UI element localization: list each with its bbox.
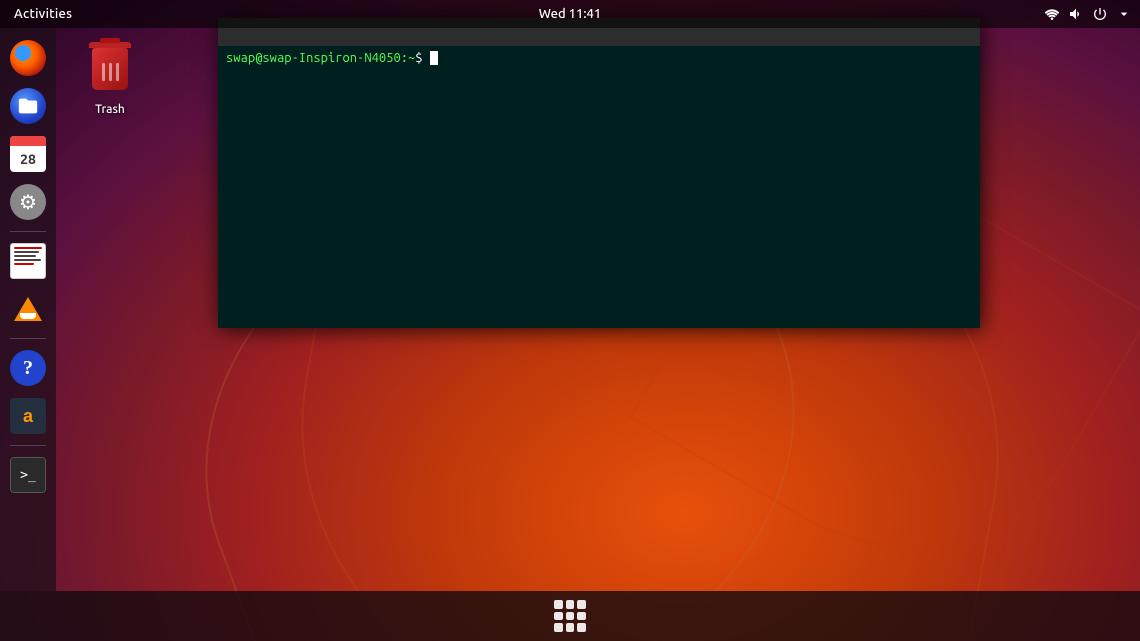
trash-line-2	[109, 63, 112, 81]
grid-dot-7	[554, 623, 563, 632]
writer-line-5	[14, 263, 34, 265]
calendar-header	[10, 136, 46, 146]
trash-desktop-icon[interactable]: Trash	[70, 40, 150, 120]
help-icon: ?	[10, 350, 46, 386]
grid-dot-8	[566, 623, 575, 632]
vlc-cone	[14, 297, 42, 321]
top-panel: Activities Wed 11:41	[0, 0, 1140, 28]
trash-icon	[86, 44, 134, 100]
writer-line-3	[14, 255, 36, 257]
grid-dot-9	[577, 623, 586, 632]
dock-item-vlc[interactable]	[6, 287, 50, 331]
terminal-prompt-line: swap@swap-Inspiron-N4050:~$	[218, 46, 980, 70]
volume-icon[interactable]	[1068, 6, 1084, 22]
amazon-icon: a	[10, 398, 46, 434]
dock-separator-3	[10, 445, 46, 446]
prompt-separator: :~	[401, 51, 416, 65]
system-indicator-icon[interactable]	[1092, 6, 1108, 22]
trash-lines	[102, 63, 119, 81]
dock-item-firefox[interactable]	[6, 36, 50, 80]
prompt-dollar: $	[415, 51, 430, 65]
dock-item-writer[interactable]	[6, 239, 50, 283]
writer-line-4	[14, 259, 41, 261]
dock-item-help[interactable]: ?	[6, 346, 50, 390]
panel-left: Activities	[8, 7, 78, 21]
dock-separator-2	[10, 338, 46, 339]
terminal-window: swap@swap-Inspiron-N4050:~$	[218, 18, 980, 328]
panel-clock: Wed 11:41	[539, 7, 601, 21]
activities-button[interactable]: Activities	[8, 7, 78, 21]
trash-label: Trash	[95, 103, 125, 116]
dock-separator	[10, 231, 46, 232]
grid-dot-6	[577, 612, 586, 621]
dock-item-terminal[interactable]: >_	[6, 453, 50, 497]
calendar-day: 28	[10, 146, 46, 172]
desktop: Activities Wed 11:41	[0, 0, 1140, 641]
dock-item-calendar[interactable]: 28	[6, 132, 50, 176]
terminal-body[interactable]: swap@swap-Inspiron-N4050:~$	[218, 46, 980, 328]
terminal-cursor	[430, 51, 438, 65]
grid-dot-3	[577, 600, 586, 609]
dock: 28 ⚙ ?	[0, 28, 56, 591]
grid-dot-4	[554, 612, 563, 621]
writer-icon	[10, 243, 46, 279]
files-icon	[10, 88, 46, 124]
bottom-panel	[0, 591, 1140, 641]
dock-item-amazon[interactable]: a	[6, 394, 50, 438]
grid-dot-5	[566, 612, 575, 621]
vlc-icon	[10, 291, 46, 327]
dropdown-arrow-icon[interactable]	[1116, 6, 1132, 22]
settings-icon: ⚙	[10, 184, 46, 220]
show-applications-button[interactable]	[554, 600, 586, 632]
writer-line-2	[14, 251, 39, 253]
grid-dot-1	[554, 600, 563, 609]
dock-item-files[interactable]	[6, 84, 50, 128]
dock-item-settings[interactable]: ⚙	[6, 180, 50, 224]
trash-line-1	[102, 63, 105, 81]
desktop-icons-area: Trash	[70, 40, 150, 120]
prompt-user: swap@swap-Inspiron-N4050	[226, 51, 401, 65]
firefox-icon	[10, 40, 46, 76]
trash-line-3	[116, 63, 119, 81]
trash-body	[92, 48, 128, 90]
writer-line-1	[14, 247, 42, 249]
terminal-dock-icon: >_	[10, 457, 46, 493]
wifi-icon[interactable]	[1044, 6, 1060, 22]
grid-dot-2	[566, 600, 575, 609]
panel-right	[1044, 6, 1132, 22]
calendar-icon: 28	[10, 136, 46, 172]
